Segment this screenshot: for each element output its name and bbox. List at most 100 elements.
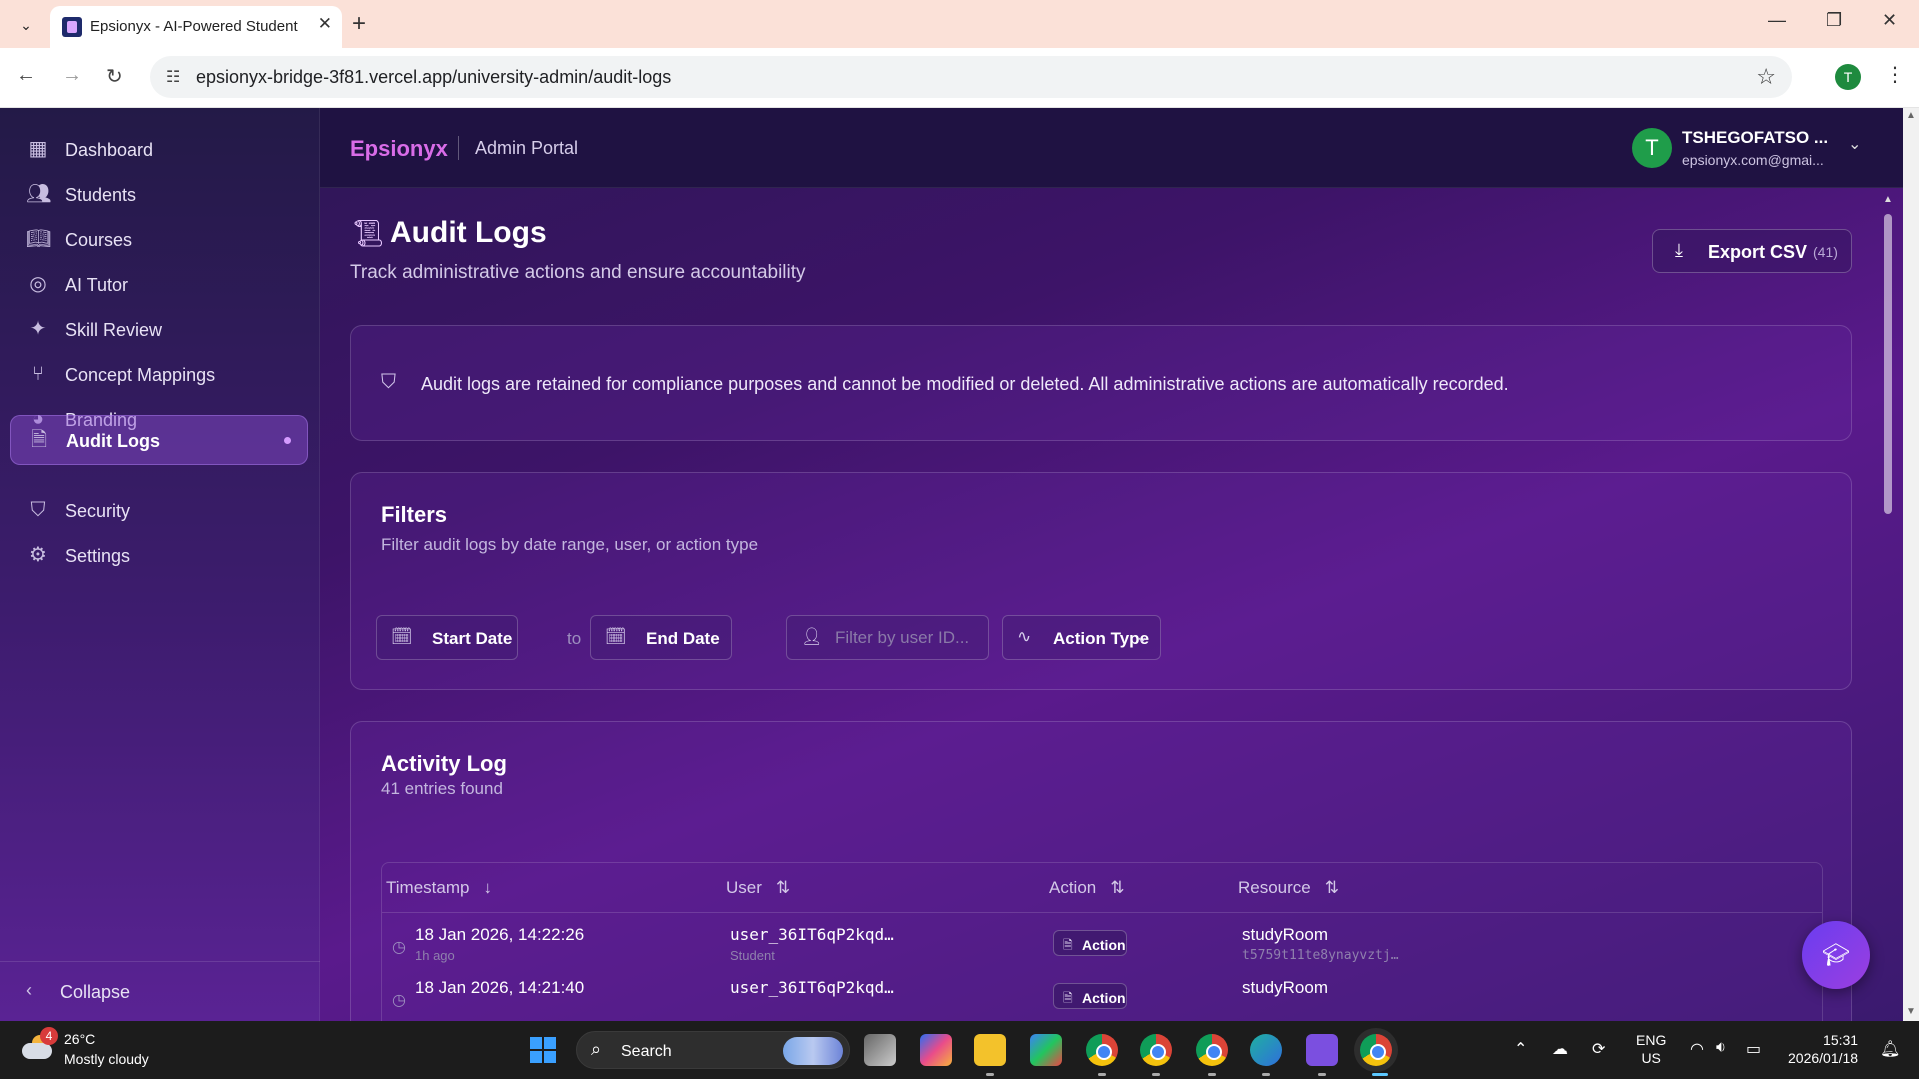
onedrive-icon[interactable]: ☁	[1552, 1039, 1568, 1059]
ai-assistant-fab[interactable]: 🎓︎	[1802, 921, 1870, 989]
chrome-profile-2-icon[interactable]	[1140, 1034, 1172, 1066]
table-row[interactable]: ◷ 18 Jan 2026, 14:21:40 user_36IT6qP2kqd…	[382, 966, 1822, 1021]
microsoft-store-icon[interactable]	[1030, 1034, 1062, 1066]
reload-icon[interactable]: ↻	[106, 64, 123, 89]
browser-tab-bar: ⌄ Epsionyx - AI-Powered Student ✕ + — ❐ …	[0, 0, 1919, 48]
sidebar-item-label: Settings	[65, 546, 131, 566]
chrome-profile-1-icon[interactable]	[1086, 1034, 1118, 1066]
git-branch-icon: ⑂	[32, 363, 44, 385]
site-favicon-icon	[62, 17, 82, 37]
chat-app-icon[interactable]	[1306, 1034, 1338, 1066]
user-avatar[interactable]: T	[1632, 128, 1672, 168]
address-bar[interactable]: ☷ epsionyx-bridge-3f81.vercel.app/univer…	[150, 56, 1792, 98]
start-date-picker[interactable]: 🗓︎ Start Date	[376, 615, 518, 660]
task-view-icon[interactable]	[864, 1034, 896, 1066]
column-header-timestamp[interactable]: Timestamp ↓	[386, 878, 492, 898]
scroll-text-icon: 📜︎	[352, 218, 386, 248]
url-text[interactable]: epsionyx-bridge-3f81.vercel.app/universi…	[196, 67, 671, 88]
user-id-filter[interactable]: 👤︎	[786, 615, 1025, 660]
tray-overflow-icon[interactable]: ⌃	[1514, 1039, 1527, 1059]
search-label: Search	[621, 1043, 672, 1060]
sidebar-item-security[interactable]: ⛉ Security	[10, 486, 308, 536]
tab-title: Epsionyx - AI-Powered Student	[90, 18, 298, 35]
system-clock[interactable]: 15:31 2026/01/18	[1788, 1031, 1858, 1067]
tab-search-chevron-icon[interactable]: ⌄	[12, 12, 40, 38]
wifi-icon[interactable]: ◠	[1690, 1039, 1704, 1059]
activity-log-card: Activity Log 41 entries found Timestamp ↓…	[350, 721, 1852, 1021]
sort-desc-icon: ↓	[483, 878, 492, 897]
sidebar-item-label: Audit Logs	[66, 431, 160, 451]
user-email[interactable]: epsionyx.com@gmai...	[1682, 152, 1824, 168]
clock-icon: ◷	[392, 992, 406, 1009]
new-tab-button[interactable]: +	[352, 10, 366, 38]
bookmark-star-icon[interactable]: ☆	[1756, 64, 1776, 90]
tab-close-icon[interactable]: ✕	[318, 14, 332, 34]
brand-logo-text[interactable]: Epsionyx	[350, 136, 448, 162]
activity-icon: ∿	[1017, 627, 1032, 646]
calendar-icon: 🗓︎	[605, 627, 627, 646]
user-menu-chevron-icon[interactable]: ⌄	[1848, 134, 1861, 154]
sidebar-item-dashboard[interactable]: ▦ Dashboard	[10, 125, 308, 175]
clock-icon: ◷	[392, 939, 406, 956]
weather-condition[interactable]: Mostly cloudy	[64, 1051, 149, 1067]
sidebar-item-courses[interactable]: 📖︎ Courses	[10, 215, 308, 265]
sidebar-item-concept-mappings[interactable]: ⑂ Concept Mappings	[10, 350, 308, 400]
entries-count: 41 entries found	[381, 779, 503, 798]
language-indicator[interactable]: ENG US	[1636, 1031, 1666, 1067]
collapse-button[interactable]: ‹ Collapse	[0, 961, 320, 1021]
file-icon: 🗎︎	[1063, 938, 1073, 952]
row-resource-id: t5759t11te8ynayvztj…	[1242, 948, 1399, 963]
site-info-icon[interactable]: ☷	[166, 67, 180, 87]
column-header-action[interactable]: Action ⇅	[1049, 878, 1125, 898]
forward-arrow-icon[interactable]: →	[62, 64, 82, 87]
chrome-profile-3-icon[interactable]	[1196, 1034, 1228, 1066]
user-name[interactable]: TSHEGOFATSO ...	[1682, 128, 1828, 148]
weather-temperature[interactable]: 26°C	[64, 1031, 95, 1047]
sync-icon[interactable]: ⟳	[1592, 1039, 1605, 1059]
row-resource: studyRoom	[1242, 978, 1328, 997]
battery-icon[interactable]: ▭	[1746, 1039, 1761, 1059]
column-header-resource[interactable]: Resource ⇅	[1238, 878, 1339, 898]
sidebar-item-skill-review[interactable]: ✦ Skill Review	[10, 305, 308, 355]
chrome-active-icon[interactable]	[1360, 1034, 1392, 1066]
end-date-picker[interactable]: 🗓︎ End Date	[590, 615, 732, 660]
portal-label: Admin Portal	[475, 138, 579, 158]
browser-menu-icon[interactable]: ⋮	[1885, 62, 1905, 87]
file-explorer-icon[interactable]	[974, 1034, 1006, 1066]
sidebar-item-audit-logs[interactable]: 🗎︎ Audit Logs	[10, 415, 308, 465]
browser-toolbar: ← → ↻ ☷ epsionyx-bridge-3f81.vercel.app/…	[0, 48, 1919, 108]
copilot-icon[interactable]	[920, 1034, 952, 1066]
restore-icon[interactable]: ❐	[1826, 10, 1842, 31]
action-badge: 🗎︎ Action	[1053, 930, 1127, 956]
row-user-id: user_36IT6qP2kqd…	[730, 978, 894, 997]
sidebar: ▦ Dashboard 👥︎ Students 📖︎ Courses ◎ AI …	[0, 108, 320, 1021]
content-scrollbar[interactable]: ▲	[1882, 194, 1894, 1021]
user-id-input[interactable]	[835, 624, 1025, 652]
sidebar-item-students[interactable]: 👥︎ Students	[10, 170, 308, 220]
browser-tab[interactable]: Epsionyx - AI-Powered Student ✕	[50, 6, 342, 48]
sidebar-item-ai-tutor[interactable]: ◎ AI Tutor	[10, 260, 308, 310]
scroll-up-arrow-icon[interactable]: ▲	[1906, 110, 1916, 121]
browser-profile-avatar[interactable]: T	[1835, 64, 1861, 90]
volume-icon[interactable]: 🔉︎	[1716, 1039, 1726, 1057]
page-scrollbar[interactable]: ▲ ▼	[1903, 108, 1919, 1021]
notice-text: Audit logs are retained for compliance p…	[421, 374, 1509, 394]
gear-icon: ⚙	[29, 544, 47, 566]
export-csv-button[interactable]: ⤓ Export CSV (41)	[1652, 229, 1852, 273]
edge-icon[interactable]	[1250, 1034, 1282, 1066]
scroll-up-arrow-icon[interactable]: ▲	[1883, 194, 1893, 205]
scrollbar-thumb[interactable]	[1884, 214, 1892, 514]
back-arrow-icon[interactable]: ←	[16, 64, 36, 87]
window-close-icon[interactable]: ✕	[1882, 10, 1897, 31]
column-header-user[interactable]: User ⇅	[726, 878, 790, 898]
minimize-icon[interactable]: —	[1768, 10, 1786, 31]
sidebar-item-settings[interactable]: ⚙ Settings	[10, 531, 308, 581]
chevron-down-icon: ⌄	[1135, 627, 1150, 646]
file-icon: 🗎︎	[1063, 991, 1073, 1005]
action-type-select[interactable]: ∿ Action Type ⌄	[1002, 615, 1161, 660]
active-indicator-dot	[284, 437, 291, 444]
notifications-icon[interactable]: 🔔︎	[1880, 1039, 1900, 1059]
taskbar-search[interactable]: ⌕ Search	[576, 1031, 850, 1069]
windows-start-icon[interactable]	[530, 1037, 556, 1063]
scroll-down-arrow-icon[interactable]: ▼	[1906, 1006, 1916, 1017]
